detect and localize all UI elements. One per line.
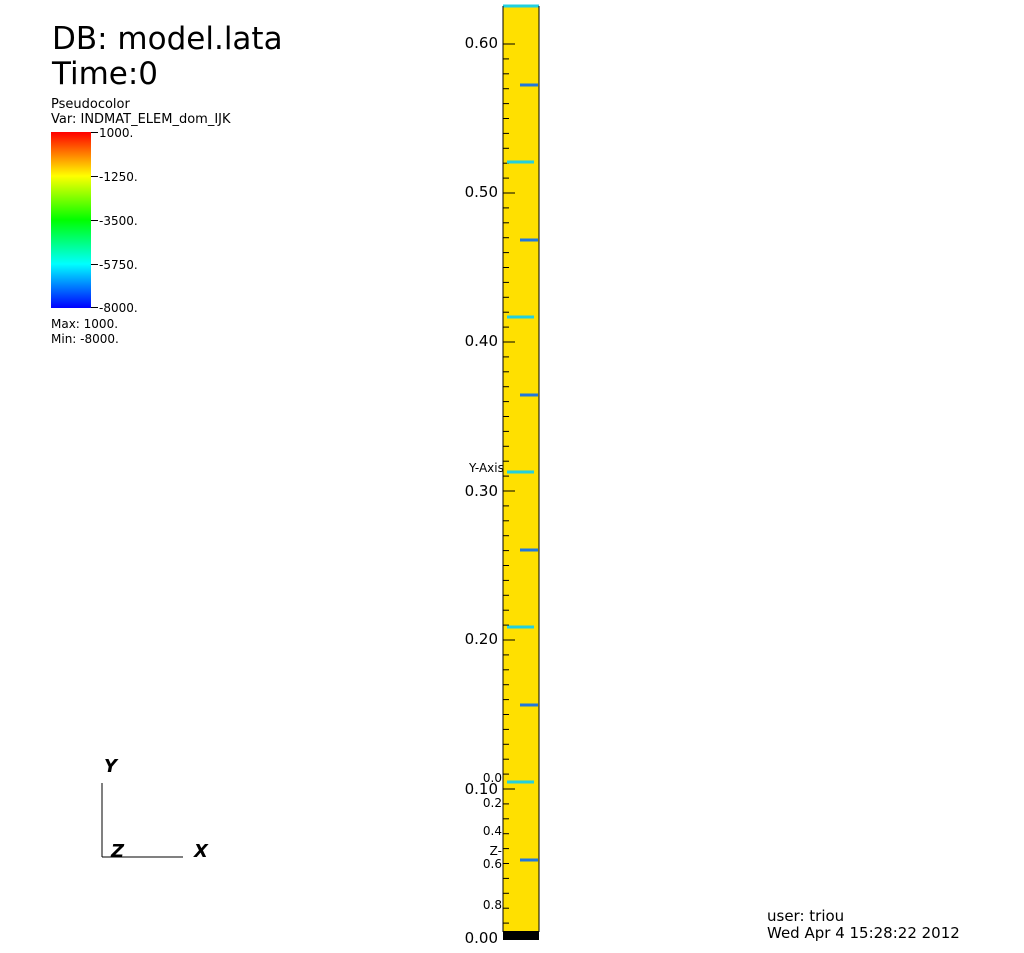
triad-y-label: Y [104, 756, 118, 777]
z-tick-label: 0.8 [482, 898, 502, 912]
triad-z-label: Z [111, 841, 125, 862]
bottom-axis-bar [503, 931, 539, 940]
y-tick-label: 0.00 [464, 929, 498, 947]
z-tick-label: 0.6 [482, 857, 502, 871]
y-tick-label: 0.20 [464, 630, 498, 648]
y-axis-title: Y-Axis [469, 461, 504, 475]
date-label: Wed Apr 4 15:28:22 2012 [767, 924, 960, 942]
z-tick-label: 0.0 [482, 771, 502, 785]
z-axis-label: Z- [489, 844, 502, 858]
z-tick-label: 0.2 [482, 796, 502, 810]
pseudocolor-field [503, 6, 539, 932]
triad-x-label: X [194, 841, 208, 862]
plot-canvas [101, 4, 540, 940]
y-tick-label: 0.40 [464, 332, 498, 350]
user-label: user: triou [767, 907, 845, 925]
y-tick-label: 0.30 [464, 482, 498, 500]
z-tick-label: 0.4 [482, 824, 502, 838]
y-tick-label: 0.50 [464, 183, 498, 201]
y-tick-label: 0.60 [464, 34, 498, 52]
